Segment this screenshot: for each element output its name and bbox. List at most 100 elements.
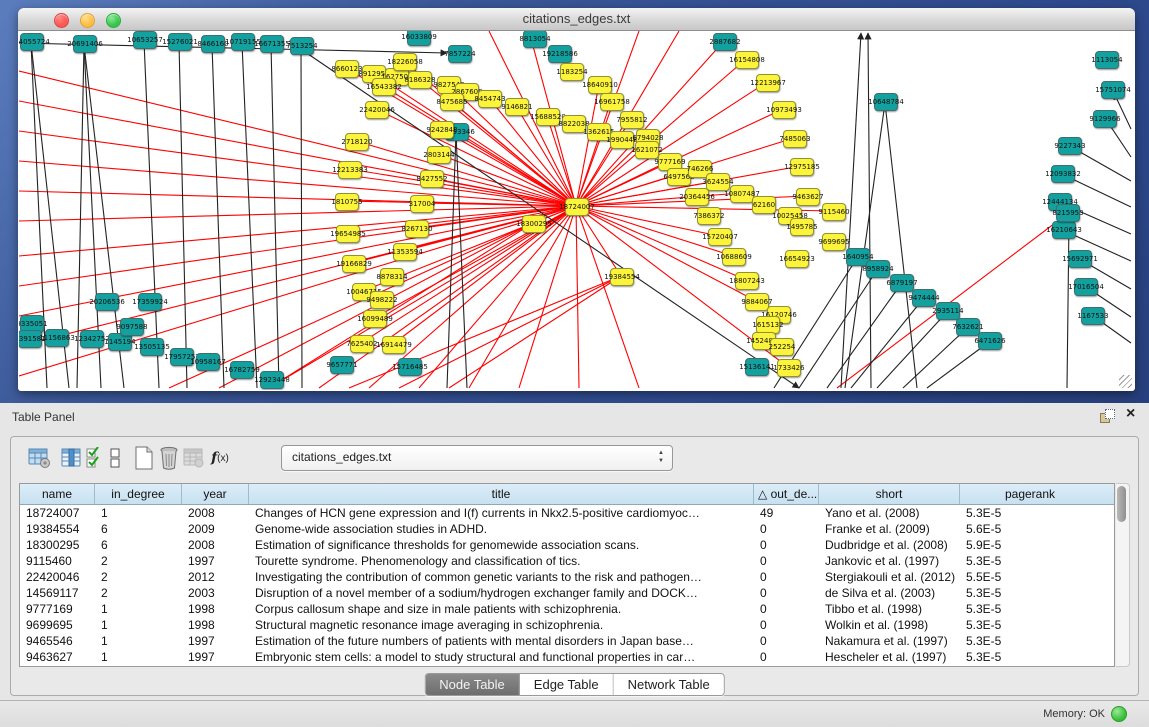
graph-node[interactable]: 16154808 — [735, 51, 759, 69]
graph-node[interactable]: 15276021 — [168, 33, 192, 51]
graph-node[interactable]: 9884067 — [745, 293, 769, 311]
graph-node[interactable]: 9146821 — [505, 98, 529, 116]
graph-node[interactable]: 22420046 — [365, 101, 389, 119]
table-row[interactable]: 977716911998Corpus callosum shape and si… — [20, 601, 1114, 617]
graph-node[interactable]: 8958924 — [866, 260, 890, 278]
graph-node[interactable]: 1621072 — [635, 141, 659, 159]
graph-node[interactable]: 8267130 — [405, 220, 429, 238]
graph-node[interactable]: 10648784 — [874, 93, 898, 111]
graph-node[interactable]: 12342757 — [80, 330, 104, 348]
graph-node[interactable]: 12213967 — [756, 74, 780, 92]
table-mode-icon[interactable] — [27, 445, 53, 471]
graph-node[interactable]: 1495785 — [790, 218, 814, 236]
tab-node-table[interactable]: Node Table — [425, 674, 520, 695]
graph-node[interactable]: 7386372 — [697, 207, 721, 225]
graph-node[interactable]: 9129966 — [1093, 110, 1117, 128]
table-row[interactable]: 2242004622012Investigating the contribut… — [20, 569, 1114, 585]
table-row[interactable]: 969969511998Structural magnetic resonanc… — [20, 617, 1114, 633]
function-builder-icon[interactable]: f(x) — [207, 445, 233, 471]
table-row[interactable]: 1830029562008Estimation of significance … — [20, 537, 1114, 553]
graph-node[interactable]: 8660123 — [335, 60, 359, 78]
graph-node[interactable]: 24055724 — [20, 33, 44, 51]
graph-node[interactable]: 9699695 — [822, 233, 846, 251]
graph-node[interactable]: 19654985 — [336, 225, 360, 243]
graph-node[interactable]: 8215953 — [1056, 204, 1080, 222]
select-columns-icon[interactable] — [85, 445, 105, 471]
graph-node[interactable]: 9463627 — [796, 188, 820, 206]
window-resize-grip[interactable] — [1119, 375, 1132, 388]
table-scrollbar[interactable] — [1116, 483, 1130, 667]
graph-node[interactable]: 15688520 — [536, 108, 560, 126]
graph-node[interactable]: 2803144 — [427, 146, 451, 164]
graph-node[interactable]: 11353594 — [393, 243, 417, 261]
graph-node[interactable]: 9227343 — [1058, 137, 1082, 155]
window-titlebar[interactable]: citations_edges.txt — [18, 8, 1135, 31]
graph-node[interactable]: 252254 — [770, 338, 794, 356]
graph-node[interactable]: 15720407 — [708, 228, 732, 246]
graph-node[interactable]: 16654923 — [785, 250, 809, 268]
graph-node[interactable]: 15136141 — [745, 358, 769, 376]
graph-node[interactable]: 1167533 — [1081, 307, 1105, 325]
graph-node[interactable]: 16671355 — [260, 35, 284, 53]
show-columns-icon[interactable] — [59, 445, 85, 471]
graph-node[interactable]: 20364456 — [685, 188, 709, 206]
graph-node[interactable]: 15692971 — [1068, 250, 1092, 268]
graph-node[interactable]: 2935114 — [936, 302, 960, 320]
graph-node[interactable]: 15751074 — [1101, 81, 1125, 99]
graph-node[interactable]: 15716485 — [398, 358, 422, 376]
graph-node[interactable]: 9498222 — [370, 291, 394, 309]
graph-node[interactable]: 1113054 — [1095, 51, 1119, 69]
row-height-icon[interactable] — [107, 445, 123, 471]
tab-network-table[interactable]: Network Table — [614, 674, 724, 695]
graph-node[interactable]: 18300295 — [522, 215, 546, 233]
column-header-out-de-[interactable]: △ out_de... — [754, 484, 819, 504]
import-table-icon[interactable] — [181, 445, 207, 471]
graph-node[interactable]: 10719155 — [231, 33, 255, 51]
graph-node[interactable]: 18724007 — [565, 198, 589, 216]
float-panel-icon[interactable] — [1100, 409, 1116, 423]
graph-node[interactable]: 10807487 — [730, 185, 754, 203]
graph-node[interactable]: 7625402 — [350, 335, 374, 353]
graph-node[interactable]: 9097588 — [120, 318, 144, 336]
graph-node[interactable]: 317004 — [410, 195, 434, 213]
column-header-in-degree[interactable]: in_degree — [95, 484, 182, 504]
graph-node[interactable]: 10653257 — [133, 31, 157, 49]
graph-node[interactable]: 1183254 — [560, 63, 584, 81]
graph-node[interactable]: 6879197 — [890, 274, 914, 292]
table-row[interactable]: 946362711997Embryonic stem cells: a mode… — [20, 649, 1114, 665]
graph-node[interactable]: 16033809 — [407, 31, 431, 46]
table-scrollbar-thumb[interactable] — [1117, 486, 1126, 522]
graph-node[interactable]: 8186328 — [408, 71, 432, 89]
graph-node[interactable]: 8427552 — [420, 170, 444, 188]
graph-node[interactable]: 8454743 — [478, 90, 502, 108]
graph-node[interactable]: 10958167 — [196, 353, 220, 371]
graph-node[interactable]: 8822038 — [562, 115, 586, 133]
graph-node[interactable]: 20206536 — [95, 293, 119, 311]
graph-node[interactable]: 11156863 — [45, 329, 69, 347]
column-header-year[interactable]: year — [182, 484, 249, 504]
graph-node[interactable]: 7857224 — [448, 45, 472, 63]
graph-node[interactable]: 16210643 — [1052, 221, 1076, 239]
graph-node[interactable]: 19218586 — [548, 45, 572, 63]
graph-node[interactable]: 12213383 — [338, 161, 362, 179]
column-header-pagerank[interactable]: pagerank — [960, 484, 1100, 504]
graph-node[interactable]: 8813054 — [523, 31, 547, 48]
table-row[interactable]: 911546021997Tourette syndrome. Phenomeno… — [20, 553, 1114, 569]
graph-node[interactable]: 13505135 — [140, 338, 164, 356]
table-row[interactable]: 946554611997Estimation of the future num… — [20, 633, 1114, 649]
column-header-name[interactable]: name — [20, 484, 95, 504]
graph-node[interactable]: 9474444 — [912, 289, 936, 307]
new-column-icon[interactable] — [131, 445, 157, 471]
graph-node[interactable]: 9115460 — [822, 203, 846, 221]
graph-node[interactable]: 19166829 — [342, 255, 366, 273]
graph-node[interactable]: 16782759 — [230, 361, 254, 379]
graph-node[interactable]: 7632621 — [956, 318, 980, 336]
graph-node[interactable]: 7513254 — [290, 37, 314, 55]
graph-node[interactable]: 8475685 — [440, 93, 464, 111]
graph-node[interactable]: 7955812 — [620, 111, 644, 129]
graph-node[interactable]: 18640910 — [588, 76, 612, 94]
graph-node[interactable]: 3624554 — [706, 173, 730, 191]
column-header-title[interactable]: title — [249, 484, 754, 504]
graph-node[interactable]: 19384554 — [610, 268, 634, 286]
graph-node[interactable]: 8466160 — [201, 35, 225, 53]
